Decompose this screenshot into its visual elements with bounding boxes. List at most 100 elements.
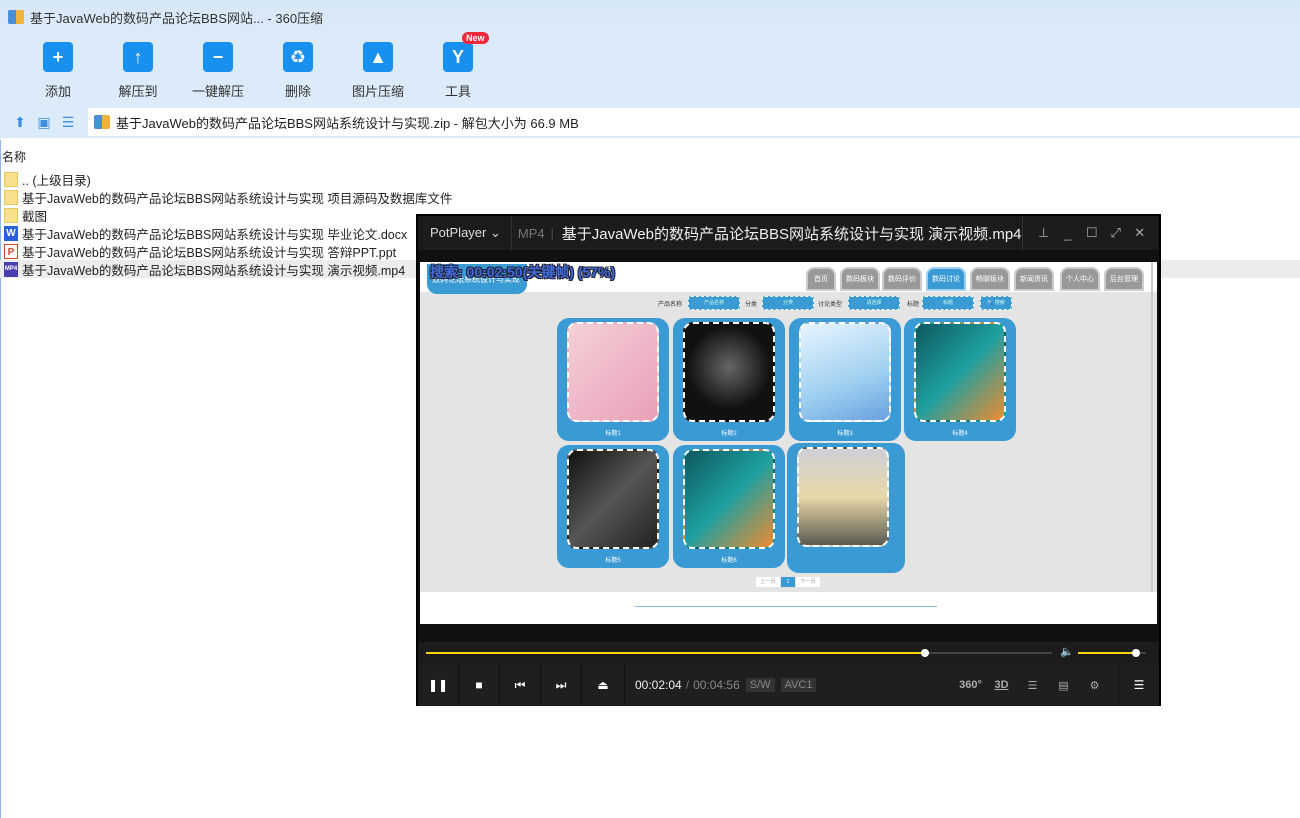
minimize-button[interactable]: _ xyxy=(1056,226,1080,241)
product-card: 标题6 xyxy=(673,445,785,568)
toolbar-label: 图片压缩 xyxy=(351,84,404,99)
file-name: 基于JavaWeb的数码产品论坛BBS网站系统设计与实现 答辩PPT.ppt xyxy=(22,245,397,260)
360-icon[interactable]: 360° xyxy=(955,679,986,691)
toolbar-label: 工具 xyxy=(444,84,471,99)
playlist-search-icon[interactable]: ☰ xyxy=(1017,679,1048,692)
product-image xyxy=(799,322,891,422)
product-card: 标题2 xyxy=(673,318,785,441)
site-nav-tab: 数码板块 xyxy=(840,267,880,291)
prev-page: 上一页 xyxy=(756,577,780,587)
stop-button[interactable]: ■ xyxy=(459,664,500,706)
total-time: 00:04:56 xyxy=(693,678,740,692)
recycle-bin-icon: ♻ xyxy=(283,42,313,72)
folder-icon xyxy=(4,189,18,205)
fullscreen-button[interactable]: ⤢ xyxy=(1104,225,1128,241)
close-button[interactable]: ✕ xyxy=(1128,225,1152,241)
toolbar-label: 删除 xyxy=(284,84,311,99)
seek-handle[interactable] xyxy=(920,649,929,657)
player-titlebar: PotPlayer ⌄ MP4 | 基于JavaWeb的数码产品论坛BBS网站系… xyxy=(418,216,1159,250)
site-nav-tab: 新闻资讯 xyxy=(1014,267,1054,291)
label: 分类 xyxy=(745,302,758,308)
toolbar-button-5[interactable]: Y New 工具 xyxy=(418,32,498,106)
scrollbar xyxy=(1151,262,1153,592)
previous-button[interactable]: ⏮ xyxy=(500,664,541,706)
column-header-name[interactable]: 名称 xyxy=(2,148,26,165)
eject-button[interactable]: ⏏ xyxy=(582,664,625,706)
card-title: 标题5 xyxy=(605,558,621,564)
potplayer-menu-button[interactable]: PotPlayer ⌄ xyxy=(418,216,512,250)
address-bar[interactable]: 基于JavaWeb的数码产品论坛BBS网站系统设计与实现.zip - 解包大小为… xyxy=(88,108,1300,136)
file-name: 截图 xyxy=(22,209,48,224)
image-compress-icon: ▲ xyxy=(363,42,393,72)
label: 产品名称 xyxy=(658,302,683,308)
maximize-button[interactable]: ☐ xyxy=(1080,225,1104,241)
volume-icon[interactable]: 🔈 xyxy=(1060,645,1074,658)
toolbar-button-2[interactable]: − 一键解压 xyxy=(178,34,258,106)
volume-level xyxy=(1078,652,1136,654)
file-row[interactable]: 基于JavaWeb的数码产品论坛BBS网站系统设计与实现 项目源码及数据库文件 xyxy=(0,188,1300,206)
label: 标题 xyxy=(907,302,920,308)
toolbar-button-3[interactable]: ♻ 删除 xyxy=(258,34,338,106)
one-click-extract-icon: − xyxy=(203,42,233,72)
up-arrow-icon[interactable]: ⬆ xyxy=(8,114,32,131)
product-image xyxy=(683,449,775,549)
product-image xyxy=(567,322,659,422)
address-row: ⬆ ▣ ☰ 基于JavaWeb的数码产品论坛BBS网站系统设计与实现.zip -… xyxy=(0,106,1300,138)
gear-icon[interactable]: ⚙ xyxy=(1079,679,1110,692)
site-nav-tab: 首页 xyxy=(806,267,836,291)
decoder-tag[interactable]: S/W xyxy=(745,678,775,692)
card-title: 标题2 xyxy=(721,431,737,437)
time-separator: / xyxy=(685,678,690,692)
toolbar-label: 添加 xyxy=(44,84,71,99)
site-nav-tab: 后台管理 xyxy=(1104,267,1144,291)
extract-to-icon: ↑ xyxy=(123,42,153,72)
product-card xyxy=(787,443,905,573)
seek-bar-area: 🔈 xyxy=(418,642,1159,664)
seek-progress xyxy=(426,652,925,654)
product-card: 标题4 xyxy=(904,318,1016,441)
next-page: 下一页 xyxy=(796,577,820,587)
search-button: 🔍 搜索 xyxy=(980,296,1012,310)
page-1: 1 xyxy=(781,577,795,587)
menu-icon[interactable]: ☰ xyxy=(1118,664,1159,706)
video-frame[interactable]: 数码论坛系统设计与实现 首页 数码板块 数码评价 数码讨论 畅聊板块 新闻资讯 个人中心 后台… xyxy=(420,262,1157,624)
site-nav-tab: 数码评价 xyxy=(882,267,922,291)
label: 讨论类型 xyxy=(818,302,843,308)
pause-button[interactable]: ❚❚ xyxy=(418,664,459,706)
playlist-icon[interactable]: ▤ xyxy=(1048,679,1079,692)
current-time: 00:02:04 xyxy=(635,678,682,692)
toolbar-button-4[interactable]: ▲ 图片压缩 xyxy=(338,34,418,106)
potplayer-window: PotPlayer ⌄ MP4 | 基于JavaWeb的数码产品论坛BBS网站系… xyxy=(416,214,1161,706)
site-nav-tab: 畅聊板块 xyxy=(970,267,1010,291)
window-titlebar: 基于JavaWeb的数码产品论坛BBS网站... - 360压缩 xyxy=(0,0,1300,34)
title-input: 标题 xyxy=(922,296,974,310)
volume-handle[interactable] xyxy=(1131,649,1140,657)
card-title: 标题1 xyxy=(605,431,621,437)
type-select: 请选择 xyxy=(848,296,900,310)
address-text: 基于JavaWeb的数码产品论坛BBS网站系统设计与实现.zip - 解包大小为… xyxy=(116,115,579,131)
control-bar: ❚❚ ■ ⏮ ⏭ ⏏ 00:02:04 / 00:04:56 S/W AVC1 … xyxy=(418,664,1159,706)
next-button[interactable]: ⏭ xyxy=(541,664,582,706)
format-label: MP4 xyxy=(517,225,545,241)
folder-icon xyxy=(4,207,18,223)
video-filename: 基于JavaWeb的数码产品论坛BBS网站系统设计与实现 演示视频.mp4 xyxy=(561,225,1022,243)
list-view-icon[interactable]: ☰ xyxy=(56,114,80,131)
folder-icon xyxy=(4,171,18,187)
product-image xyxy=(683,322,775,422)
file-name: .. (上级目录) xyxy=(22,173,91,188)
ppt-icon: P xyxy=(4,243,18,259)
site-nav-tab: 个人中心 xyxy=(1060,267,1100,291)
codec-tag[interactable]: AVC1 xyxy=(780,678,817,692)
file-row[interactable]: .. (上级目录) xyxy=(0,170,1300,188)
thumbnail-view-icon[interactable]: ▣ xyxy=(32,114,56,131)
3d-icon[interactable]: 3D xyxy=(986,679,1017,691)
seek-osd: 搜索: 00:02:50(关键帧) (57%) xyxy=(430,264,616,280)
zip-icon xyxy=(8,10,24,24)
toolbar-button-1[interactable]: ↑ 解压到 xyxy=(98,34,178,106)
product-card: 标题3 xyxy=(789,318,901,441)
pagination: 上一页 1 下一页 xyxy=(756,577,821,587)
pin-icon[interactable]: ⊥ xyxy=(1032,225,1056,241)
site-nav-tab: 数码讨论 xyxy=(926,267,966,291)
toolbar-button-0[interactable]: + 添加 xyxy=(18,34,98,106)
tools-icon: Y xyxy=(443,42,473,72)
